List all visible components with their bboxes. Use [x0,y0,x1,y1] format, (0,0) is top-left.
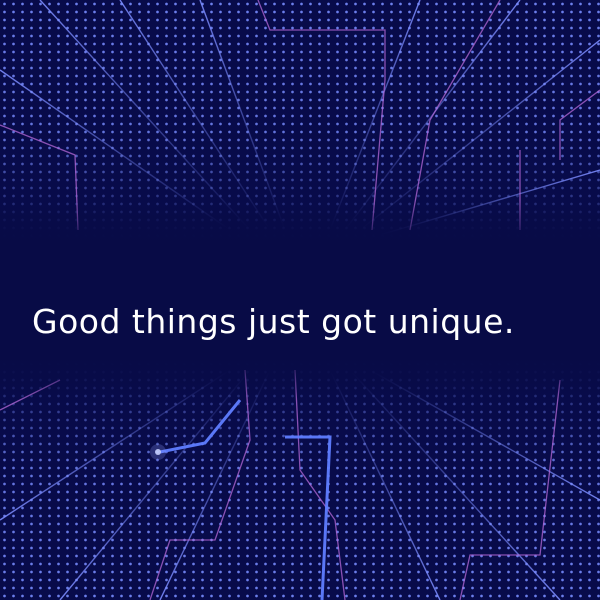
highlight-trace [159,399,332,600]
headline-text: Good things just got unique. [32,302,515,341]
center-dark-band [0,200,600,400]
light-rays-bottom [0,369,600,600]
banner-background: Good things just got unique. [0,0,600,600]
